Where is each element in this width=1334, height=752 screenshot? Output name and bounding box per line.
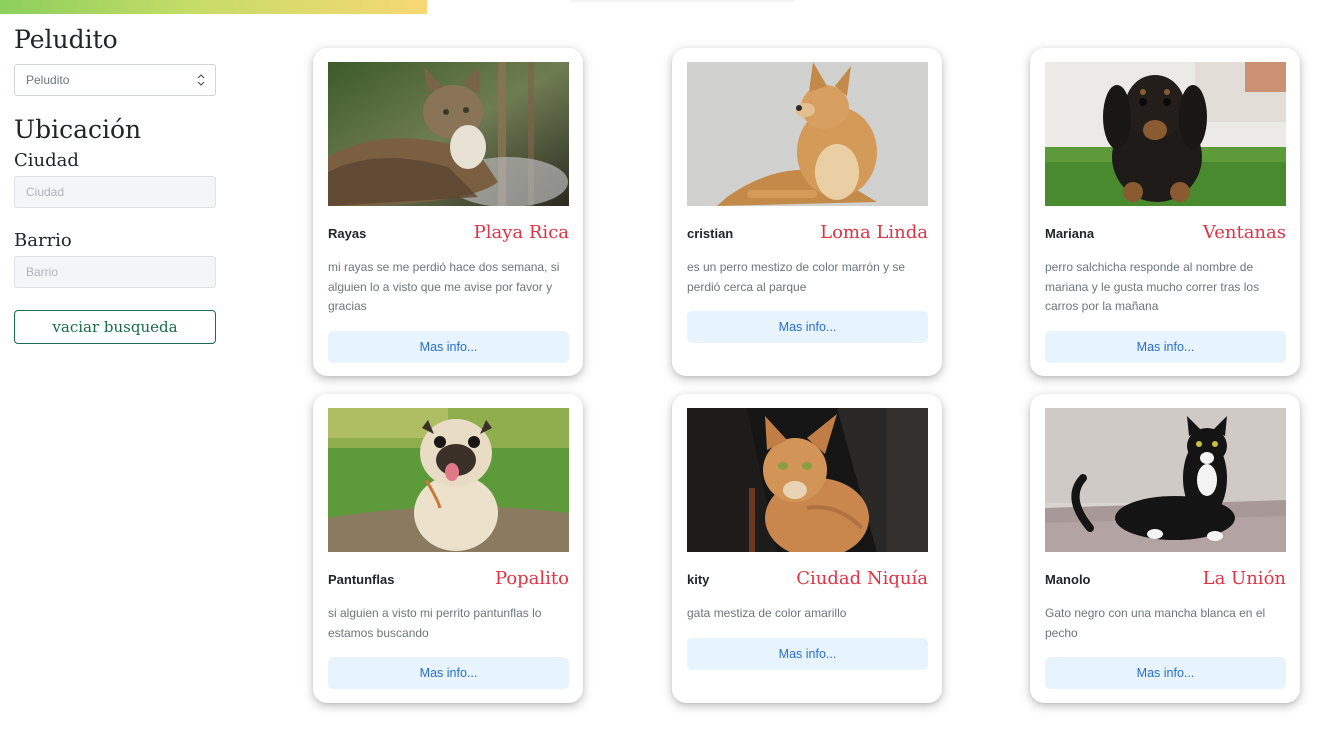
location-heading: Ubicación bbox=[14, 115, 142, 144]
pet-description: es un perro mestizo de color marrón y se… bbox=[687, 260, 906, 294]
pet-name: cristian bbox=[687, 226, 734, 241]
pet-name: kity bbox=[687, 572, 710, 587]
top-shadow bbox=[570, 0, 795, 4]
sidebar-title: Peludito bbox=[14, 25, 118, 54]
pet-location: Playa Rica bbox=[473, 222, 569, 243]
pet-location: La Unión bbox=[1202, 568, 1286, 589]
pet-card: Rayas Playa Rica mi rayas se me perdió h… bbox=[313, 48, 583, 376]
dog-photo bbox=[687, 62, 928, 206]
pet-card: kity Ciudad Niquía gata mestiza de color… bbox=[672, 394, 942, 703]
pet-location: Loma Linda bbox=[820, 222, 928, 243]
city-input[interactable] bbox=[14, 176, 216, 208]
barrio-input[interactable] bbox=[14, 256, 216, 288]
pet-description: Gato negro con una mancha blanca en el p… bbox=[1045, 606, 1266, 640]
barrio-label: Barrio bbox=[14, 230, 72, 251]
pet-description: gata mestiza de color amarillo bbox=[687, 606, 847, 620]
more-info-button[interactable]: Mas info... bbox=[328, 330, 569, 363]
top-gradient-bar bbox=[0, 0, 427, 14]
more-info-button[interactable]: Mas info... bbox=[687, 637, 928, 670]
more-info-button[interactable]: Mas info... bbox=[328, 657, 569, 689]
pet-description: mi rayas se me perdió hace dos semana, s… bbox=[328, 260, 560, 313]
cat-photo bbox=[328, 62, 569, 206]
pet-name: Rayas bbox=[328, 226, 367, 241]
more-info-button[interactable]: Mas info... bbox=[1045, 657, 1286, 689]
filter-sidebar: Peludito Peludito Ubicación Ciudad Barri… bbox=[14, 22, 216, 344]
pug-photo bbox=[328, 408, 569, 552]
pet-description: si alguien a visto mi perrito pantunflas… bbox=[328, 606, 542, 640]
tuxedo-cat-photo bbox=[1045, 408, 1286, 552]
more-info-button[interactable]: Mas info... bbox=[1045, 330, 1286, 363]
dachshund-photo bbox=[1045, 62, 1286, 206]
pet-type-select[interactable]: Peludito bbox=[14, 64, 216, 96]
pet-card: cristian Loma Linda es un perro mestizo … bbox=[672, 48, 942, 376]
pet-card: Manolo La Unión Gato negro con una manch… bbox=[1030, 394, 1300, 703]
pet-name: Mariana bbox=[1045, 226, 1095, 241]
clear-search-button[interactable]: vaciar busqueda bbox=[14, 310, 216, 344]
pet-type-select-value: Peludito bbox=[26, 73, 70, 87]
pet-location: Popalito bbox=[494, 568, 569, 589]
pet-name: Pantunflas bbox=[328, 572, 395, 587]
pet-card: Mariana Ventanas perro salchicha respond… bbox=[1030, 48, 1300, 376]
pet-location: Ventanas bbox=[1202, 222, 1286, 243]
pet-location: Ciudad Niquía bbox=[796, 568, 928, 589]
city-label: Ciudad bbox=[14, 150, 79, 171]
select-chevron-icon bbox=[197, 74, 205, 86]
pet-card: Pantunflas Popalito si alguien a visto m… bbox=[313, 394, 583, 703]
pet-name: Manolo bbox=[1045, 572, 1091, 587]
orange-cat-photo bbox=[687, 408, 928, 552]
pet-description: perro salchicha responde al nombre de ma… bbox=[1045, 260, 1260, 313]
more-info-button[interactable]: Mas info... bbox=[687, 311, 928, 343]
